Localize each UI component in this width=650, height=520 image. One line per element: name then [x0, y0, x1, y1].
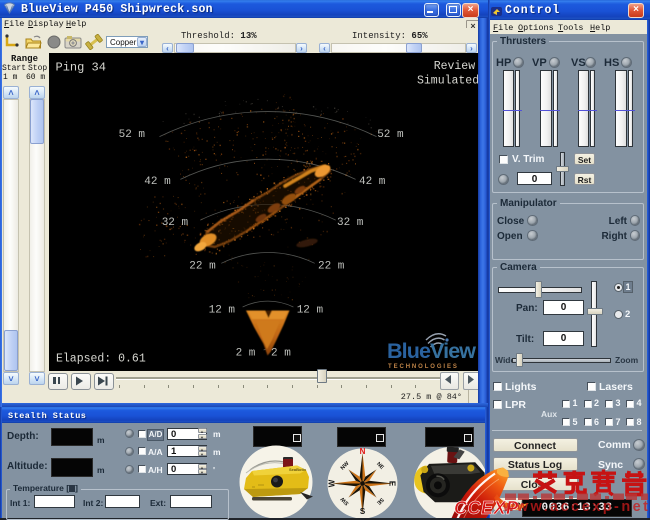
svg-text:42 m: 42 m: [144, 176, 171, 188]
svg-text:2 m: 2 m: [236, 348, 256, 360]
svg-text:S: S: [360, 507, 366, 516]
svg-text:E: E: [387, 481, 396, 487]
svg-text:22 m: 22 m: [189, 261, 216, 273]
svg-text:Elapsed: 0.61: Elapsed: 0.61: [56, 353, 146, 366]
svg-text:12 m: 12 m: [209, 305, 236, 317]
svg-text:2 m: 2 m: [271, 348, 291, 360]
svg-text:Simulated: Simulated: [417, 75, 479, 88]
svg-text:52 m: 52 m: [377, 129, 404, 141]
svg-text:SeaBotix: SeaBotix: [289, 467, 307, 472]
svg-text:Review: Review: [434, 60, 476, 73]
svg-text:NE: NE: [375, 461, 385, 471]
svg-text:32 m: 32 m: [162, 217, 189, 229]
svg-text:Ping 34: Ping 34: [56, 61, 106, 75]
svg-text:22 m: 22 m: [318, 261, 345, 273]
svg-text:SE: SE: [375, 496, 385, 506]
svg-text:TECHNOLOGIES: TECHNOLOGIES: [388, 364, 459, 370]
svg-text:SW: SW: [339, 495, 350, 506]
svg-text:N: N: [360, 447, 366, 456]
svg-text:52 m: 52 m: [119, 129, 146, 141]
svg-text:NW: NW: [340, 460, 351, 471]
svg-text:12 m: 12 m: [297, 305, 324, 317]
svg-text:32 m: 32 m: [337, 217, 364, 229]
svg-text:BlueView: BlueView: [387, 339, 476, 363]
svg-text:W: W: [328, 479, 337, 487]
svg-text:42 m: 42 m: [359, 176, 386, 188]
